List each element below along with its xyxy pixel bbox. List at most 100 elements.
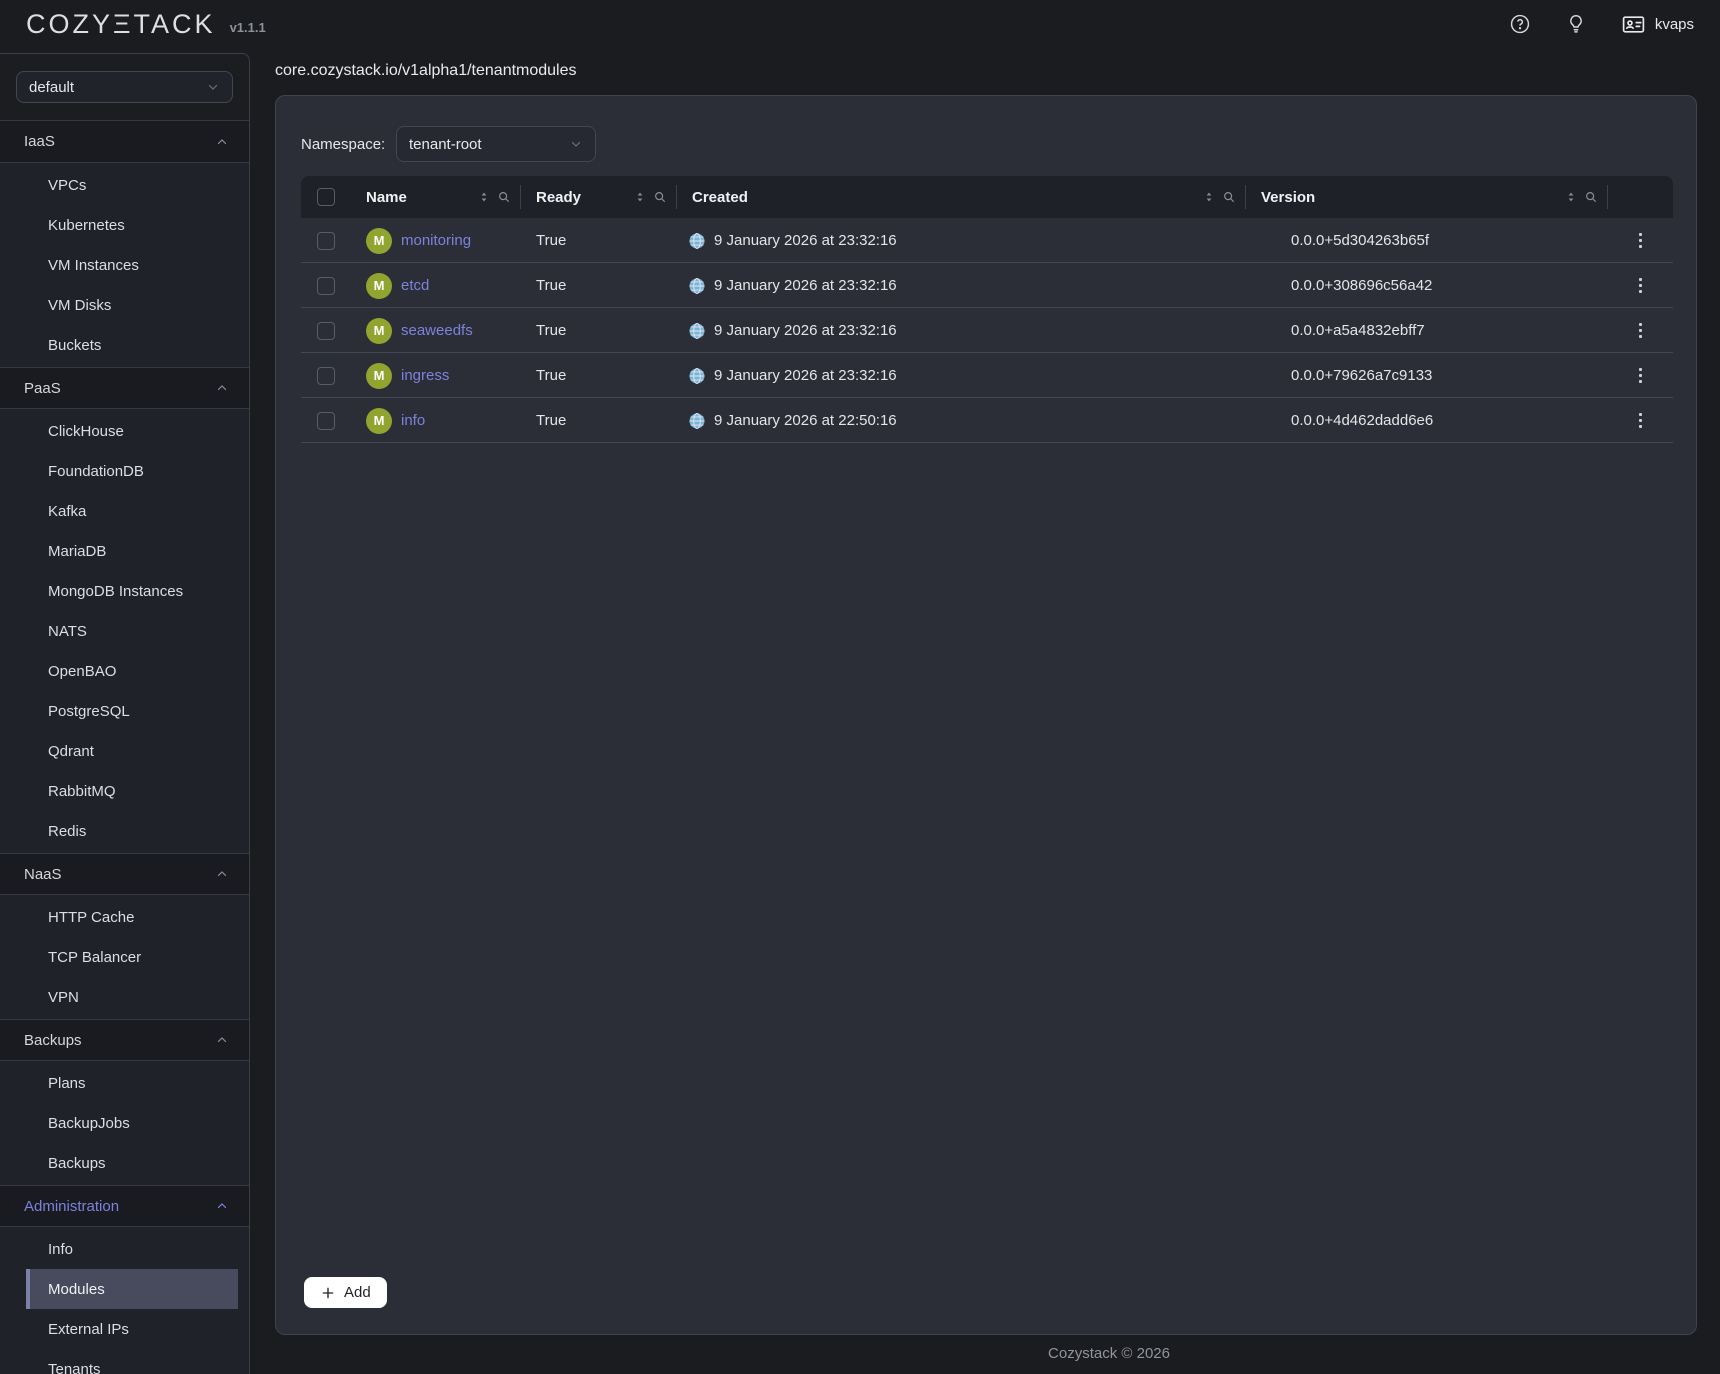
created-value: 9 January 2026 at 23:32:16 bbox=[714, 232, 897, 249]
module-avatar: M bbox=[366, 363, 392, 389]
theme-toggle-button[interactable] bbox=[1565, 13, 1587, 35]
globe-icon bbox=[688, 277, 706, 295]
sidebar-item-modules[interactable]: Modules bbox=[26, 1269, 238, 1309]
column-header-created: Created bbox=[677, 176, 1246, 218]
sidebar-item-vm-instances[interactable]: VM Instances bbox=[0, 245, 249, 285]
sidebar-item-vm-disks[interactable]: VM Disks bbox=[0, 285, 249, 325]
search-icon[interactable] bbox=[1584, 190, 1598, 204]
sidebar-section-items-paas: ClickHouseFoundationDBKafkaMariaDBMongoD… bbox=[0, 409, 249, 853]
row-checkbox[interactable] bbox=[317, 277, 335, 295]
sidebar-item-tcp-balancer[interactable]: TCP Balancer bbox=[0, 937, 249, 977]
cluster-select[interactable]: default bbox=[16, 71, 233, 103]
version-value: 0.0.0+a5a4832ebff7 bbox=[1246, 308, 1608, 353]
search-icon[interactable] bbox=[653, 190, 667, 204]
chevron-up-icon bbox=[215, 381, 229, 395]
namespace-select[interactable]: tenant-root bbox=[396, 126, 596, 162]
module-name-link[interactable]: etcd bbox=[401, 277, 429, 294]
table-row: M monitoring True 9 January 2026 at 23:3… bbox=[301, 218, 1673, 263]
sort-icon[interactable] bbox=[1202, 190, 1216, 204]
column-header-version: Version bbox=[1246, 176, 1608, 218]
row-checkbox[interactable] bbox=[317, 412, 335, 430]
sidebar-section-paas[interactable]: PaaS bbox=[0, 367, 249, 409]
row-menu-button[interactable] bbox=[1635, 409, 1646, 432]
sort-icon[interactable] bbox=[633, 190, 647, 204]
column-header-name: Name bbox=[351, 176, 521, 218]
sidebar-item-external-ips[interactable]: External IPs bbox=[0, 1309, 249, 1349]
sidebar-item-postgresql[interactable]: PostgreSQL bbox=[0, 691, 249, 731]
table-row: M etcd True 9 January 2026 at 23:32:16 0… bbox=[301, 263, 1673, 308]
sidebar-item-backups[interactable]: Backups bbox=[0, 1143, 249, 1183]
sidebar-item-qdrant[interactable]: Qdrant bbox=[0, 731, 249, 771]
sidebar-item-vpcs[interactable]: VPCs bbox=[0, 165, 249, 205]
sidebar-section-items-iaas: VPCsKubernetesVM InstancesVM DisksBucket… bbox=[0, 163, 249, 367]
sidebar-item-vpn[interactable]: VPN bbox=[0, 977, 249, 1017]
chevron-up-icon bbox=[215, 135, 229, 149]
chevron-up-icon bbox=[215, 867, 229, 881]
breadcrumb: core.cozystack.io/v1alpha1/tenantmodules bbox=[275, 62, 577, 80]
module-name-link[interactable]: seaweedfs bbox=[401, 322, 473, 339]
namespace-select-value: tenant-root bbox=[409, 136, 482, 153]
sidebar-section-iaas[interactable]: IaaS bbox=[0, 121, 249, 163]
module-avatar: M bbox=[366, 228, 392, 254]
sidebar-item-plans[interactable]: Plans bbox=[0, 1063, 249, 1103]
sidebar-item-mongodb-instances[interactable]: MongoDB Instances bbox=[0, 571, 249, 611]
sort-icon[interactable] bbox=[477, 190, 491, 204]
sidebar-item-info[interactable]: Info bbox=[0, 1229, 249, 1269]
sidebar-item-http-cache[interactable]: HTTP Cache bbox=[0, 897, 249, 937]
sidebar-section-backups[interactable]: Backups bbox=[0, 1019, 249, 1061]
lightbulb-icon bbox=[1565, 13, 1587, 35]
add-button-label: Add bbox=[344, 1284, 371, 1301]
ready-value: True bbox=[521, 308, 677, 353]
version-value: 0.0.0+308696c56a42 bbox=[1246, 263, 1608, 308]
sidebar-item-tenants[interactable]: Tenants bbox=[0, 1349, 249, 1374]
help-button[interactable] bbox=[1509, 13, 1531, 35]
row-menu-button[interactable] bbox=[1635, 319, 1646, 342]
chevron-up-icon bbox=[215, 1199, 229, 1213]
row-checkbox[interactable] bbox=[317, 367, 335, 385]
sidebar-item-openbao[interactable]: OpenBAO bbox=[0, 651, 249, 691]
row-menu-button[interactable] bbox=[1635, 229, 1646, 252]
module-avatar: M bbox=[366, 273, 392, 299]
module-name-link[interactable]: info bbox=[401, 412, 425, 429]
sidebar-section-administration[interactable]: Administration bbox=[0, 1185, 249, 1227]
created-value: 9 January 2026 at 23:32:16 bbox=[714, 322, 897, 339]
created-value: 9 January 2026 at 22:50:16 bbox=[714, 412, 897, 429]
sidebar-item-rabbitmq[interactable]: RabbitMQ bbox=[0, 771, 249, 811]
row-menu-button[interactable] bbox=[1635, 364, 1646, 387]
table-body: M monitoring True 9 January 2026 at 23:3… bbox=[301, 218, 1673, 443]
row-checkbox[interactable] bbox=[317, 322, 335, 340]
row-checkbox[interactable] bbox=[317, 232, 335, 250]
module-name-link[interactable]: ingress bbox=[401, 367, 449, 384]
user-menu[interactable]: kvaps bbox=[1621, 12, 1694, 37]
sidebar-section-items-administration: InfoModulesExternal IPsTenants bbox=[0, 1227, 249, 1374]
sidebar-item-clickhouse[interactable]: ClickHouse bbox=[0, 411, 249, 451]
created-value: 9 January 2026 at 23:32:16 bbox=[714, 277, 897, 294]
created-value: 9 January 2026 at 23:32:16 bbox=[714, 367, 897, 384]
sidebar-section-naas[interactable]: NaaS bbox=[0, 853, 249, 895]
sort-icon[interactable] bbox=[1564, 190, 1578, 204]
sidebar-item-kafka[interactable]: Kafka bbox=[0, 491, 249, 531]
sidebar-item-kubernetes[interactable]: Kubernetes bbox=[0, 205, 249, 245]
column-header-actions bbox=[1608, 176, 1673, 218]
namespace-label: Namespace: bbox=[301, 136, 396, 153]
table-row: M info True 9 January 2026 at 22:50:16 0… bbox=[301, 398, 1673, 443]
module-name-link[interactable]: monitoring bbox=[401, 232, 471, 249]
sidebar-item-redis[interactable]: Redis bbox=[0, 811, 249, 851]
search-icon[interactable] bbox=[497, 190, 511, 204]
globe-icon bbox=[688, 232, 706, 250]
footer-text: Cozystack © 2026 bbox=[1048, 1345, 1170, 1362]
sidebar-item-foundationdb[interactable]: FoundationDB bbox=[0, 451, 249, 491]
sidebar-section-items-naas: HTTP CacheTCP BalancerVPN bbox=[0, 895, 249, 1019]
row-menu-button[interactable] bbox=[1635, 274, 1646, 297]
add-button[interactable]: Add bbox=[304, 1277, 387, 1308]
sidebar-item-mariadb[interactable]: MariaDB bbox=[0, 531, 249, 571]
table-header-row: Name Ready Created bbox=[301, 176, 1673, 218]
sidebar-item-backupjobs[interactable]: BackupJobs bbox=[0, 1103, 249, 1143]
search-icon[interactable] bbox=[1222, 190, 1236, 204]
chevron-up-icon bbox=[215, 1033, 229, 1047]
select-all-checkbox[interactable] bbox=[317, 188, 335, 206]
sidebar: default IaaS VPCsKubernetesVM InstancesV… bbox=[0, 53, 250, 1374]
sidebar-item-nats[interactable]: NATS bbox=[0, 611, 249, 651]
username: kvaps bbox=[1655, 16, 1694, 33]
sidebar-item-buckets[interactable]: Buckets bbox=[0, 325, 249, 365]
